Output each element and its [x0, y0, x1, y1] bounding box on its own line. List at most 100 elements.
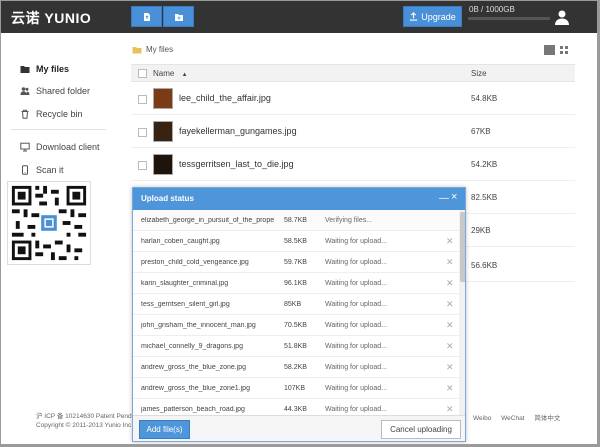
footer-link-wechat[interactable]: WeChat: [501, 415, 524, 422]
footer-legal: 沪 ICP 备 10214630 Patent Pending Copyrigh…: [36, 412, 140, 430]
upload-status-text: Waiting for upload...: [325, 238, 387, 245]
upload-row: james_patterson_beach_road.jpg 44.3KB Wait…: [133, 399, 459, 415]
minimize-icon[interactable]: —: [439, 193, 449, 204]
upload-file-size: 107KB: [284, 385, 306, 392]
table-row[interactable]: tessgerritsen_last_to_die.jpg 54.2KB: [131, 149, 575, 181]
file-name[interactable]: tessgerritsen_last_to_die.jpg: [179, 159, 294, 169]
sidebar-item-label: My files: [36, 64, 70, 74]
upload-status-text: Waiting for upload...: [325, 406, 387, 413]
upload-file-button[interactable]: [131, 6, 162, 27]
sidebar-item-scan-it[interactable]: Scan it: [20, 165, 64, 175]
file-name[interactable]: lee_child_the_affair.jpg: [179, 93, 271, 103]
sidebar-item-label: Scan it: [36, 165, 64, 175]
icp-text: 沪 ICP 备 10214630 Patent Pending: [36, 413, 141, 420]
trash-icon: [21, 109, 29, 119]
upload-status-text: Verifying files...: [325, 217, 373, 224]
sidebar: My files Shared folder Recycle bin Downl…: [1, 33, 116, 443]
upload-file-name: james_patterson_beach_road.jpg: [141, 406, 245, 413]
logo: 云诺 YUNIO: [11, 10, 92, 26]
breadcrumb-label[interactable]: My files: [146, 45, 173, 54]
grid-view-icon[interactable]: [560, 46, 568, 54]
upload-row: andrew_gross_the_blue_zone.jpg 58.2KB Wait…: [133, 357, 459, 378]
remove-upload-icon[interactable]: ✕: [446, 320, 454, 331]
upload-file-size: 51.8KB: [284, 343, 307, 350]
column-header-name[interactable]: Name ▲: [153, 69, 188, 78]
dialog-header: Upload status — ×: [133, 188, 465, 210]
upload-file-name: andrew_gross_the_blue_zone.jpg: [141, 364, 247, 371]
quota-text: 0B / 1000GB: [469, 5, 515, 14]
table-row[interactable]: lee_child_the_affair.jpg 54.8KB: [131, 83, 575, 115]
upload-file-size: 85KB: [284, 301, 302, 308]
language-selector[interactable]: 简体中文: [534, 415, 560, 422]
upload-file-name: karin_slaughter_criminal.jpg: [141, 280, 229, 287]
sort-ascending-icon: ▲: [181, 72, 188, 78]
upload-row: elizabeth_george_in_pursuit_of_the_prope…: [133, 210, 459, 231]
new-folder-icon: [174, 13, 183, 21]
sidebar-item-label: Shared folder: [36, 86, 91, 96]
scrollbar[interactable]: [459, 210, 465, 415]
sidebar-item-recycle-bin[interactable]: Recycle bin: [20, 109, 83, 119]
upload-status-text: Waiting for upload...: [325, 301, 387, 308]
file-size: 82.5KB: [471, 193, 498, 202]
avatar-icon[interactable]: [553, 8, 571, 26]
upload-file-name: preston_child_cold_vengeance.jpg: [141, 259, 249, 266]
upload-file-size: 58.2KB: [284, 364, 307, 371]
select-all-checkbox[interactable]: [138, 69, 147, 78]
upload-file-size: 59.7KB: [284, 259, 307, 266]
column-header-size[interactable]: Size: [471, 69, 487, 78]
upgrade-label: Upgrade: [421, 11, 456, 22]
file-size: 56.6KB: [471, 261, 498, 270]
upload-row: michael_connelly_9_dragons.jpg 51.8KB Wait…: [133, 336, 459, 357]
close-icon[interactable]: ×: [451, 191, 457, 203]
remove-upload-icon[interactable]: ✕: [446, 278, 454, 289]
scrollbar-thumb[interactable]: [460, 212, 465, 282]
upload-file-size: 44.3KB: [284, 406, 307, 413]
file-name[interactable]: fayekellerman_gungames.jpg: [179, 126, 297, 136]
upload-file-size: 58.5KB: [284, 238, 307, 245]
table-row[interactable]: fayekellerman_gungames.jpg 67KB: [131, 116, 575, 148]
upload-status-text: Waiting for upload...: [325, 385, 387, 392]
remove-upload-icon[interactable]: ✕: [446, 362, 454, 373]
file-size: 29KB: [471, 226, 491, 235]
remove-upload-icon[interactable]: ✕: [446, 404, 454, 415]
remove-upload-icon[interactable]: ✕: [446, 236, 454, 247]
row-checkbox[interactable]: [138, 128, 147, 137]
upload-row: preston_child_cold_vengeance.jpg 59.7KB Wa…: [133, 252, 459, 273]
upload-row: karin_slaughter_criminal.jpg 96.1KB Waitin…: [133, 273, 459, 294]
file-size: 67KB: [471, 127, 491, 136]
remove-upload-icon[interactable]: ✕: [446, 299, 454, 310]
dialog-footer: Add file(s) Cancel uploading: [133, 415, 465, 441]
upgrade-button[interactable]: Upgrade: [403, 6, 462, 27]
sidebar-item-label: Download client: [36, 142, 100, 152]
new-folder-button[interactable]: [163, 6, 194, 27]
upload-row: tess_gerritsen_silent_girl.jpg 85KB Waitin…: [133, 294, 459, 315]
sidebar-item-download-client[interactable]: Download client: [20, 142, 100, 152]
dialog-title: Upload status: [141, 194, 194, 203]
upload-file-name: michael_connelly_9_dragons.jpg: [141, 343, 243, 350]
sidebar-item-my-files[interactable]: My files: [20, 64, 69, 74]
folder-icon: [20, 66, 30, 73]
breadcrumb: My files: [132, 45, 173, 54]
cancel-uploading-button[interactable]: Cancel uploading: [381, 420, 461, 439]
qr-code: [7, 181, 91, 265]
upload-file-size: 70.5KB: [284, 322, 307, 329]
list-view-icon[interactable]: [544, 45, 555, 55]
footer-link-weibo[interactable]: Weibo: [473, 415, 491, 422]
file-thumbnail: [153, 121, 173, 142]
sidebar-item-label: Recycle bin: [36, 109, 83, 119]
upload-file-icon: [143, 12, 150, 21]
row-checkbox[interactable]: [138, 161, 147, 170]
upload-file-size: 96.1KB: [284, 280, 307, 287]
upgrade-icon: [410, 12, 418, 21]
remove-upload-icon[interactable]: ✕: [446, 257, 454, 268]
upload-status-text: Waiting for upload...: [325, 364, 387, 371]
add-files-button[interactable]: Add file(s): [139, 420, 190, 439]
footer-links: Weibo WeChat 简体中文: [473, 412, 568, 422]
sidebar-item-shared-folder[interactable]: Shared folder: [20, 86, 90, 96]
upload-status-text: Waiting for upload...: [325, 259, 387, 266]
remove-upload-icon[interactable]: ✕: [446, 383, 454, 394]
row-checkbox[interactable]: [138, 95, 147, 104]
upload-file-name: john_grisham_the_innocent_man.jpg: [141, 322, 256, 329]
remove-upload-icon[interactable]: ✕: [446, 341, 454, 352]
upload-status-text: Waiting for upload...: [325, 280, 387, 287]
